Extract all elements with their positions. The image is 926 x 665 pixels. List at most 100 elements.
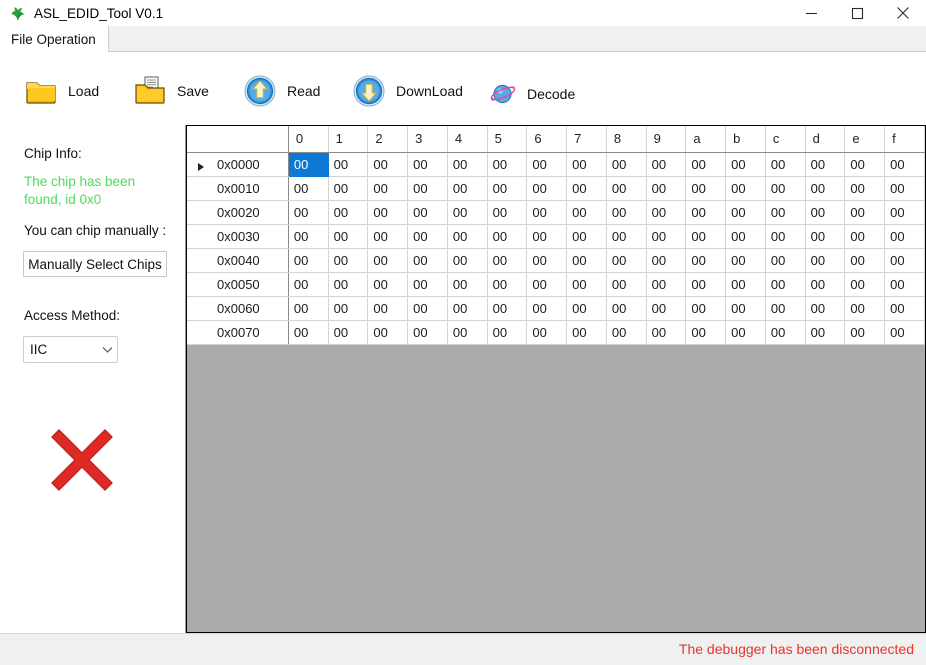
hex-grid-cell[interactable]: 00 xyxy=(447,272,488,297)
hex-grid-row[interactable]: 0x0060 00 00 00 00 00 00 00 00 00 00 00 00 00 00 00 00 xyxy=(187,296,925,321)
hex-grid-container[interactable]: 0123456789abcdef 0x0000 00 00 00 00 00 00 00 00 0… xyxy=(186,125,926,633)
hex-grid-cell[interactable]: 00 xyxy=(367,200,409,225)
hex-grid-cell[interactable]: 00 xyxy=(765,272,806,297)
hex-grid-cell[interactable]: 00 xyxy=(844,248,886,273)
hex-grid-cell[interactable]: 00 xyxy=(805,224,846,249)
hex-grid-cell[interactable]: 00 xyxy=(447,200,488,225)
hex-grid-column-header-4[interactable]: 4 xyxy=(447,126,488,153)
hex-grid-row[interactable]: 0x0050 00 00 00 00 00 00 00 00 00 00 00 00 00 00 00 00 xyxy=(187,272,925,297)
hex-grid-cell[interactable]: 00 xyxy=(765,248,806,273)
hex-grid-cell[interactable]: 00 xyxy=(447,296,488,321)
hex-grid-cell[interactable]: 00 xyxy=(884,224,925,249)
hex-grid-cell[interactable]: 00 xyxy=(725,176,766,201)
hex-grid-cell[interactable]: 00 xyxy=(884,296,925,321)
hex-grid-column-header-5[interactable]: 5 xyxy=(487,126,528,153)
save-button[interactable]: Save xyxy=(133,67,209,115)
hex-grid-cell[interactable]: 00 xyxy=(328,272,369,297)
hex-grid-cell[interactable]: 00 xyxy=(646,224,687,249)
hex-grid-cell[interactable]: 00 xyxy=(487,296,528,321)
hex-grid-cell[interactable]: 00 xyxy=(328,224,369,249)
hex-grid-cell[interactable]: 00 xyxy=(725,200,766,225)
hex-grid-cell[interactable]: 00 xyxy=(646,272,687,297)
hex-grid-cell[interactable]: 00 xyxy=(407,320,448,345)
hex-grid-cell[interactable]: 00 xyxy=(606,224,647,249)
hex-grid-cell[interactable]: 00 xyxy=(487,176,528,201)
hex-grid-cell[interactable]: 00 xyxy=(566,272,607,297)
hex-grid-cell[interactable]: 00 xyxy=(328,176,369,201)
hex-grid-cell[interactable]: 00 xyxy=(884,176,925,201)
hex-grid-cell[interactable]: 00 xyxy=(526,296,568,321)
hex-grid-row[interactable]: 0x0010 00 00 00 00 00 00 00 00 00 00 00 00 00 00 00 00 xyxy=(187,176,925,201)
hex-grid-column-header-a[interactable]: a xyxy=(685,126,727,153)
download-button[interactable]: DownLoad xyxy=(352,67,463,115)
hex-grid-cell[interactable]: 00 xyxy=(805,176,846,201)
hex-grid-cell[interactable]: 00 xyxy=(447,176,488,201)
hex-grid-cell[interactable]: 00 xyxy=(725,320,766,345)
hex-grid-cell[interactable]: 00 xyxy=(725,296,766,321)
hex-grid-cell[interactable]: 00 xyxy=(367,272,409,297)
hex-grid-column-header-9[interactable]: 9 xyxy=(646,126,687,153)
hex-grid-cell[interactable]: 00 xyxy=(765,200,806,225)
hex-grid-cell[interactable]: 00 xyxy=(288,200,329,225)
hex-grid-cell[interactable]: 00 xyxy=(487,272,528,297)
hex-grid-column-header-6[interactable]: 6 xyxy=(526,126,568,153)
manually-select-chips-button[interactable]: Manually Select Chips xyxy=(23,251,167,277)
hex-grid-cell[interactable]: 00 xyxy=(407,248,448,273)
hex-grid-cell[interactable]: 00 xyxy=(844,152,886,177)
hex-grid-cell[interactable]: 00 xyxy=(646,176,687,201)
hex-grid-row[interactable]: 0x0030 00 00 00 00 00 00 00 00 00 00 00 00 00 00 00 00 xyxy=(187,224,925,249)
hex-grid-column-header-1[interactable]: 1 xyxy=(328,126,369,153)
hex-grid-cell[interactable]: 00 xyxy=(884,320,925,345)
hex-grid-cell[interactable]: 00 xyxy=(407,272,448,297)
hex-grid-cell[interactable]: 00 xyxy=(526,176,568,201)
hex-grid-cell[interactable]: 00 xyxy=(805,272,846,297)
hex-grid-cell[interactable]: 00 xyxy=(805,200,846,225)
hex-grid-cell[interactable]: 00 xyxy=(646,320,687,345)
hex-grid-cell[interactable]: 00 xyxy=(487,224,528,249)
hex-grid-cell[interactable]: 00 xyxy=(566,224,607,249)
hex-grid-cell[interactable]: 00 xyxy=(566,248,607,273)
hex-grid-cell[interactable]: 00 xyxy=(844,272,886,297)
hex-grid-cell[interactable]: 00 xyxy=(884,272,925,297)
hex-grid-column-header-3[interactable]: 3 xyxy=(407,126,448,153)
hex-grid-cell[interactable]: 00 xyxy=(646,200,687,225)
hex-grid-cell[interactable]: 00 xyxy=(606,296,647,321)
hex-grid-cell[interactable]: 00 xyxy=(367,320,409,345)
hex-grid-cell[interactable]: 00 xyxy=(566,200,607,225)
hex-grid-cell[interactable]: 00 xyxy=(606,248,647,273)
hex-grid-cell[interactable]: 00 xyxy=(288,320,329,345)
hex-grid-cell[interactable]: 00 xyxy=(844,176,886,201)
hex-grid-cell[interactable]: 00 xyxy=(646,152,687,177)
hex-grid-row[interactable]: 0x0040 00 00 00 00 00 00 00 00 00 00 00 00 00 00 00 00 xyxy=(187,248,925,273)
hex-grid-row[interactable]: 0x0000 00 00 00 00 00 00 00 00 00 00 00 00 00 00 00 00 xyxy=(187,152,925,177)
hex-grid-cell[interactable]: 00 xyxy=(646,296,687,321)
hex-grid-cell[interactable]: 00 xyxy=(367,224,409,249)
hex-grid-cell[interactable]: 00 xyxy=(328,152,369,177)
hex-grid-cell[interactable]: 00 xyxy=(765,224,806,249)
hex-grid-cell[interactable]: 00 xyxy=(526,200,568,225)
hex-grid-cell[interactable]: 00 xyxy=(407,224,448,249)
hex-grid-column-header-e[interactable]: e xyxy=(844,126,886,153)
hex-grid-row-header[interactable]: 0x0070 xyxy=(187,320,289,345)
hex-grid-cell[interactable]: 00 xyxy=(606,152,647,177)
hex-grid-row[interactable]: 0x0020 00 00 00 00 00 00 00 00 00 00 00 00 00 00 00 00 xyxy=(187,200,925,225)
hex-grid-cell[interactable]: 00 xyxy=(487,320,528,345)
hex-grid-cell[interactable]: 00 xyxy=(407,296,448,321)
hex-grid-cell[interactable]: 00 xyxy=(328,296,369,321)
hex-grid-cell[interactable]: 00 xyxy=(447,152,488,177)
hex-grid-cell[interactable]: 00 xyxy=(288,296,329,321)
hex-grid-cell[interactable]: 00 xyxy=(526,272,568,297)
hex-grid-cell[interactable]: 00 xyxy=(685,320,727,345)
hex-grid-column-header-d[interactable]: d xyxy=(805,126,846,153)
hex-grid-column-header-b[interactable]: b xyxy=(725,126,766,153)
hex-grid-cell[interactable]: 00 xyxy=(367,248,409,273)
hex-grid-column-header-2[interactable]: 2 xyxy=(367,126,409,153)
hex-grid-cell[interactable]: 00 xyxy=(328,320,369,345)
hex-grid-cell[interactable]: 00 xyxy=(407,176,448,201)
hex-grid-cell[interactable]: 00 xyxy=(725,224,766,249)
hex-grid-column-header-f[interactable]: f xyxy=(884,126,925,153)
hex-grid-column-header-7[interactable]: 7 xyxy=(566,126,607,153)
hex-grid-cell[interactable]: 00 xyxy=(685,200,727,225)
hex-grid-cell[interactable]: 00 xyxy=(526,152,568,177)
hex-grid-cell[interactable]: 00 xyxy=(884,200,925,225)
